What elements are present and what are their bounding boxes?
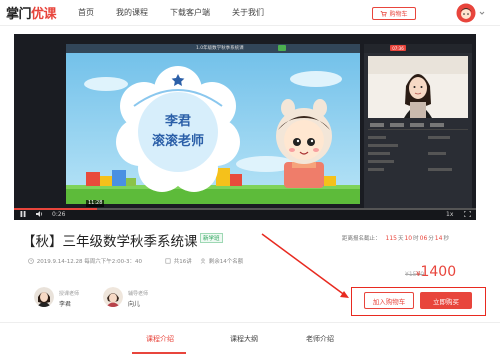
teacher-webcam xyxy=(368,56,468,118)
course-tag: 新学班 xyxy=(200,233,223,243)
nav-link-download-client[interactable]: 下载客户端 xyxy=(170,7,210,18)
people-icon xyxy=(200,258,206,264)
nav-link-home[interactable]: 首页 xyxy=(78,7,94,18)
seek-preview-time: 11:28 xyxy=(86,200,105,207)
tab-course-outline[interactable]: 课程大纲 xyxy=(230,334,258,344)
course-title: 【秋】三年级数学秋季系统课 xyxy=(22,234,198,250)
player-controls: 11:28 0:26 1x xyxy=(14,200,476,220)
add-to-cart-button[interactable]: 加入购物车 xyxy=(364,292,414,309)
chevron-down-icon[interactable] xyxy=(479,10,485,16)
current-time: 0:26 xyxy=(52,211,66,218)
video-area[interactable]: 李君 滚滚老师 1.0年级数学秋季系统课 xyxy=(66,44,360,204)
cart-button[interactable]: 购物车 xyxy=(372,7,416,20)
fullscreen-icon xyxy=(464,211,471,217)
teacher-avatar xyxy=(103,287,123,307)
course-schedule: 2019.9.14-12.28 每周六下午2:00-3：40 xyxy=(28,257,142,265)
cart-icon xyxy=(381,11,388,17)
volume-icon xyxy=(36,211,43,217)
slide-teacher-nickname: 滚滚老师 xyxy=(151,134,204,149)
cart-label: 购物车 xyxy=(389,11,408,18)
countdown-seconds-unit: 秒 xyxy=(443,236,449,242)
live-side-panel: 07:36 xyxy=(364,44,472,208)
countdown-days: 115 xyxy=(385,234,397,242)
enrollment-countdown: 距离报名截止： 115 天 10 时 06 分 14 秒 xyxy=(342,234,449,243)
countdown-hours: 10 xyxy=(404,234,413,242)
countdown-seconds: 14 xyxy=(434,234,443,242)
tab-teacher-intro[interactable]: 老师介绍 xyxy=(306,334,334,344)
current-price: ¥1400 xyxy=(416,264,456,280)
countdown-days-unit: 天 xyxy=(397,236,404,242)
nav-link-about-us[interactable]: 关于我们 xyxy=(232,7,264,18)
logo-text-part2: 优课 xyxy=(31,7,57,22)
top-navbar: 掌门优课 首页 我的课程 下载客户端 关于我们 购物车 xyxy=(0,0,500,26)
teacher-role: 授课老师 xyxy=(59,291,80,297)
tab-course-intro[interactable]: 课程介绍 xyxy=(146,334,174,344)
countdown-minutes: 06 xyxy=(419,234,428,242)
active-tab-underline xyxy=(132,352,186,354)
side-panel-topbar: 07:36 xyxy=(364,44,472,53)
live-timer-badge: 07:36 xyxy=(390,45,406,51)
progress-bar[interactable] xyxy=(14,208,476,210)
nav-link-my-courses[interactable]: 我的课程 xyxy=(116,7,148,18)
schedule-text: 2019.9.14-12.28 每周六下午2:00-3：40 xyxy=(36,259,143,265)
logo-text-part1: 掌门 xyxy=(6,7,32,22)
site-logo[interactable]: 掌门优课 xyxy=(6,3,57,22)
video-player: 李君 滚滚老师 1.0年级数学秋季系统课 07:36 11:28 0:26 1x xyxy=(14,34,476,220)
side-panel-tabs[interactable] xyxy=(368,122,468,130)
slide-teacher-name: 李君 xyxy=(164,114,191,129)
countdown-label: 距离报名截止： xyxy=(342,236,381,242)
section-divider xyxy=(0,322,500,323)
pause-icon xyxy=(20,211,26,217)
lessons-text: 共16讲 xyxy=(173,259,192,265)
video-title-badge xyxy=(278,45,286,51)
fullscreen-button[interactable] xyxy=(464,211,471,217)
progress-fill xyxy=(14,208,98,210)
seats-text: 剩余14个名额 xyxy=(208,259,244,265)
price-value: 1400 xyxy=(420,264,457,280)
video-title-bar: 1.0年级数学秋季系统课 xyxy=(66,44,360,53)
course-seats: 剩余14个名额 xyxy=(200,257,243,265)
course-tabs: 课程介绍 课程大纲 老师介绍 xyxy=(0,334,500,354)
video-title: 1.0年级数学秋季系统课 xyxy=(196,46,244,51)
nav-links: 首页 我的课程 下载客户端 关于我们 xyxy=(78,7,286,18)
user-avatar[interactable] xyxy=(456,3,476,23)
clock-icon xyxy=(28,258,34,264)
playback-speed[interactable]: 1x xyxy=(446,211,453,218)
teacher-name: 向儿 xyxy=(128,301,141,308)
course-lessons: 共16讲 xyxy=(165,257,192,265)
teacher-name: 李君 xyxy=(59,301,72,308)
countdown-hours-unit: 时 xyxy=(413,236,419,242)
pause-button[interactable] xyxy=(20,211,26,217)
countdown-minutes-unit: 分 xyxy=(428,236,434,242)
teacher-role: 辅导老师 xyxy=(128,291,149,297)
buy-now-button[interactable]: 立即购买 xyxy=(420,292,472,309)
volume-button[interactable] xyxy=(36,211,44,217)
teacher-avatar xyxy=(34,287,54,307)
book-icon xyxy=(165,258,171,264)
